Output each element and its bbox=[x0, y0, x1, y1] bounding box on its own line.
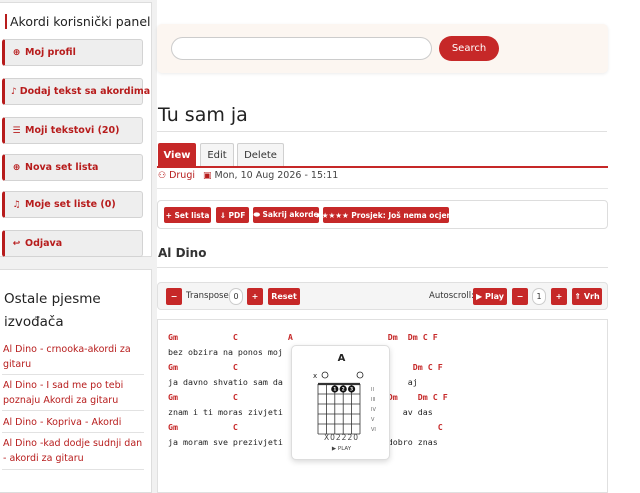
divider bbox=[2, 374, 144, 375]
transpose-label: Transpose: bbox=[186, 291, 232, 301]
sidebar-item-label: Moji tekstovi (20) bbox=[25, 125, 120, 136]
tab-edit[interactable]: Edit bbox=[200, 143, 234, 167]
hide-chords-button[interactable]: ⬬ Sakrij akorde bbox=[253, 207, 319, 223]
sidebar-item-label: Odjava bbox=[25, 238, 63, 249]
scroll-speed-value: 1 bbox=[532, 288, 546, 305]
sidebar-item-my-songs[interactable]: ☰ Moji tekstovi (20) bbox=[2, 117, 143, 144]
music-notes-icon: ♫ bbox=[12, 199, 21, 210]
chord-diagram: x 1 2 3 II III IV V VI bbox=[313, 371, 376, 435]
divider bbox=[2, 432, 144, 433]
transpose-value: 0 bbox=[229, 288, 243, 305]
search-panel: Search bbox=[157, 24, 608, 73]
rating-widget[interactable]: ★★★★★ Prosjek: Još nema ocjena bbox=[315, 207, 457, 223]
sidebar-item-label: Dodaj tekst sa akordima bbox=[19, 86, 151, 97]
user-panel-title: Akordi korisnički panel bbox=[5, 14, 151, 29]
other-song-link[interactable]: Al Dino - crnooka-akordi za gitaru bbox=[3, 342, 143, 372]
calendar-icon: ▣ bbox=[203, 170, 212, 181]
sidebar-item-profile[interactable]: ⊕ Moj profil bbox=[2, 39, 143, 66]
main-content: Search Tu sam ja View Edit Delete ⚇ Drug… bbox=[157, 0, 640, 493]
chord-fingering: X02220 bbox=[324, 433, 359, 442]
other-songs-title: Ostale pjesme izvođača bbox=[4, 291, 101, 330]
divider bbox=[157, 188, 608, 189]
chord-line[interactable]: Gm C A Dm Dm C F bbox=[168, 332, 438, 343]
divider bbox=[2, 410, 144, 411]
fret-label: III bbox=[371, 397, 375, 403]
scroll-speed-up-button[interactable]: + bbox=[551, 288, 567, 305]
sidebar-item-label: Nova set lista bbox=[25, 162, 99, 173]
other-song-link[interactable]: Al Dino - Kopriva - Akordi bbox=[3, 415, 143, 430]
fret-label: V bbox=[371, 417, 375, 423]
other-song-link[interactable]: Al Dino -kad dodje sudnji dan - akordi z… bbox=[3, 436, 143, 466]
artist-name: Al Dino bbox=[158, 246, 207, 260]
player-controls: − Transpose: 0 + Reset Autoscroll: ▶ Pla… bbox=[157, 282, 608, 310]
song-meta: ⚇ Drugi ▣ Mon, 10 Aug 2026 - 15:11 bbox=[158, 170, 338, 181]
finger-number: 2 bbox=[342, 387, 345, 393]
finger-number: 1 bbox=[333, 387, 336, 393]
tabs-underline bbox=[157, 166, 608, 168]
sidebar-item-label: Moj profil bbox=[25, 47, 76, 58]
add-to-setlist-button[interactable]: + Set lista bbox=[164, 207, 211, 223]
open-string-mark bbox=[321, 371, 329, 379]
sidebar-item-logout[interactable]: ↩ Odjava bbox=[2, 230, 143, 257]
muted-string-mark: x bbox=[313, 372, 317, 380]
song-actions-bar: + Set lista ⇓ PDF ⬬ Sakrij akorde ★★★★★ … bbox=[157, 200, 608, 229]
author-link[interactable]: Drugi bbox=[169, 170, 195, 181]
chord-diagram-popup: A x 1 2 3 II III IV V VI X02220 ▶ PLAY bbox=[291, 345, 390, 460]
finger-number: 3 bbox=[350, 387, 353, 393]
transpose-up-button[interactable]: + bbox=[247, 288, 263, 305]
sidebar-item-my-setlists[interactable]: ♫ Moje set liste (0) bbox=[2, 191, 143, 218]
search-input[interactable] bbox=[171, 37, 432, 60]
fret-label: IV bbox=[371, 407, 376, 413]
divider bbox=[2, 469, 144, 470]
divider bbox=[157, 131, 607, 132]
user-icon: ⚇ bbox=[158, 170, 167, 181]
tab-delete[interactable]: Delete bbox=[237, 143, 284, 167]
reset-button[interactable]: Reset bbox=[268, 288, 300, 305]
logout-icon: ↩ bbox=[12, 238, 21, 249]
autoscroll-label: Autoscroll: bbox=[429, 291, 474, 301]
transpose-down-button[interactable]: − bbox=[166, 288, 182, 305]
other-songs-panel: Ostale pjesme izvođača Al Dino - crnooka… bbox=[0, 269, 152, 493]
user-panel: Akordi korisnički panel ⊕ Moj profil ♪ D… bbox=[0, 2, 152, 257]
pdf-button[interactable]: ⇓ PDF bbox=[216, 207, 249, 223]
autoscroll-play-button[interactable]: ▶ Play bbox=[473, 288, 507, 305]
open-string-mark bbox=[356, 371, 364, 379]
play-chord-button[interactable]: ▶ PLAY bbox=[292, 446, 391, 452]
list-icon: ☰ bbox=[12, 125, 21, 136]
scroll-to-top-button[interactable]: ⇑ Vrh bbox=[572, 288, 602, 305]
plus-circle-icon: ⊕ bbox=[12, 162, 21, 173]
sidebar-item-new-setlist[interactable]: ⊕ Nova set lista bbox=[2, 154, 143, 181]
fret-label: II bbox=[371, 387, 374, 393]
search-button[interactable]: Search bbox=[439, 36, 499, 61]
page-title: Tu sam ja bbox=[158, 104, 248, 126]
post-date: Mon, 10 Aug 2026 - 15:11 bbox=[214, 170, 339, 181]
profile-icon: ⊕ bbox=[12, 47, 21, 58]
other-song-link[interactable]: Al Dino - I sad me po tebi poznaju Akord… bbox=[3, 378, 143, 408]
scroll-speed-down-button[interactable]: − bbox=[512, 288, 528, 305]
music-note-icon: ♪ bbox=[11, 86, 17, 97]
sidebar-item-label: Moje set liste (0) bbox=[25, 199, 116, 210]
tab-view[interactable]: View bbox=[158, 143, 196, 167]
divider bbox=[157, 267, 608, 268]
sidebar-item-add-song[interactable]: ♪ Dodaj tekst sa akordima bbox=[2, 78, 150, 105]
lyric-line: bez obzira na ponos moj bbox=[168, 347, 283, 357]
